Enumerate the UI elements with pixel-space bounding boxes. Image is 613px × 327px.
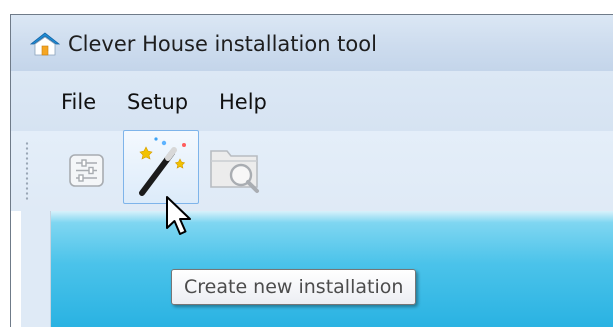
- window-title: Clever House installation tool: [68, 32, 377, 56]
- tooltip: Create new installation: [171, 269, 417, 305]
- menu-help[interactable]: Help: [219, 88, 267, 116]
- settings-button[interactable]: [63, 147, 111, 195]
- title-bar[interactable]: Clever House installation tool: [11, 15, 613, 71]
- menu-bar: File Setup Help: [11, 71, 613, 131]
- content-border: [21, 211, 51, 327]
- mouse-pointer-icon: [165, 195, 199, 239]
- menu-setup[interactable]: Setup: [127, 88, 188, 116]
- house-icon: [29, 32, 61, 56]
- screenshot-stage: Clever House installation tool File Setu…: [0, 0, 613, 327]
- search-installation-button[interactable]: [205, 137, 269, 197]
- app-window: Clever House installation tool File Setu…: [10, 14, 613, 327]
- toolbar-grip[interactable]: [25, 141, 29, 201]
- tooltip-text: Create new installation: [184, 276, 404, 298]
- create-installation-button[interactable]: [123, 130, 199, 204]
- menu-file[interactable]: File: [61, 88, 96, 116]
